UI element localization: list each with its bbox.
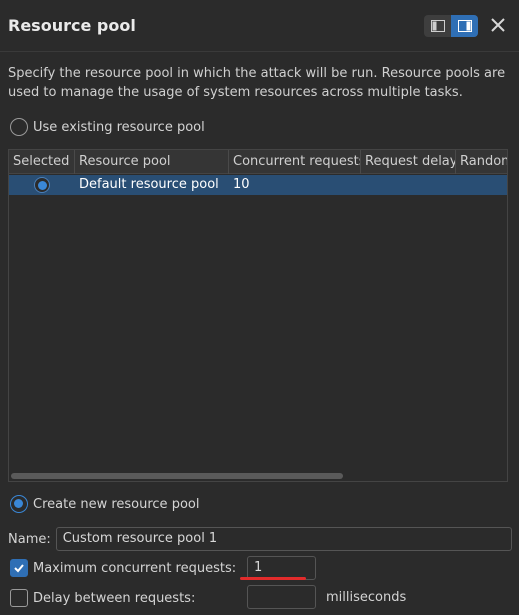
resource-pool-table: Selected Resource pool Concurrent reques… — [8, 149, 508, 482]
close-icon[interactable] — [487, 14, 509, 36]
delay-checkbox[interactable] — [10, 589, 28, 607]
delay-row[interactable]: Delay between requests: — [10, 589, 195, 607]
use-existing-radio[interactable] — [10, 118, 28, 136]
delay-unit-label: milliseconds — [326, 590, 407, 605]
table-header: Selected Resource pool Concurrent reques… — [9, 150, 507, 174]
panel-title: Resource pool — [8, 16, 136, 35]
row-concurrent-requests-cell: 10 — [233, 177, 250, 192]
create-new-radio[interactable] — [10, 495, 28, 513]
column-header-concurrent-requests[interactable]: Concurrent requests — [229, 150, 361, 174]
column-header-random[interactable]: Random — [456, 150, 507, 174]
panel-header: Resource pool — [0, 0, 519, 52]
layout-left-icon[interactable] — [424, 15, 451, 37]
max-concurrent-label: Maximum concurrent requests: — [33, 560, 237, 576]
create-new-option[interactable]: Create new resource pool — [10, 495, 199, 513]
delay-label: Delay between requests: — [33, 590, 196, 606]
layout-right-icon[interactable] — [451, 15, 478, 37]
name-label: Name: — [8, 531, 51, 547]
row-resource-pool-cell: Default resource pool — [79, 177, 219, 192]
row-request-delay-cell — [361, 175, 456, 195]
max-concurrent-row[interactable]: Maximum concurrent requests: — [10, 559, 236, 577]
use-existing-option[interactable]: Use existing resource pool — [10, 118, 205, 136]
horizontal-scrollbar[interactable] — [11, 473, 343, 479]
table-row[interactable]: Default resource pool 10 — [9, 175, 507, 195]
delay-input[interactable] — [247, 585, 316, 609]
checkmark-icon — [14, 564, 24, 573]
column-header-resource-pool[interactable]: Resource pool — [75, 150, 229, 174]
annotation-underline — [240, 577, 306, 580]
column-header-selected[interactable]: Selected — [9, 150, 75, 174]
row-random-cell — [456, 175, 507, 195]
use-existing-label: Use existing resource pool — [33, 119, 205, 135]
row-selected-radio[interactable] — [34, 177, 50, 193]
create-new-label: Create new resource pool — [33, 496, 200, 512]
name-input[interactable]: Custom resource pool 1 — [55, 527, 512, 551]
max-concurrent-checkbox[interactable] — [10, 559, 28, 577]
column-header-request-delay[interactable]: Request delay — [361, 150, 456, 174]
row-selected-cell[interactable] — [9, 175, 75, 195]
description-text: Specify the resource pool in which the a… — [8, 66, 506, 100]
name-row: Name: Custom resource pool 1 — [8, 527, 512, 551]
layout-toggle[interactable] — [424, 15, 478, 37]
